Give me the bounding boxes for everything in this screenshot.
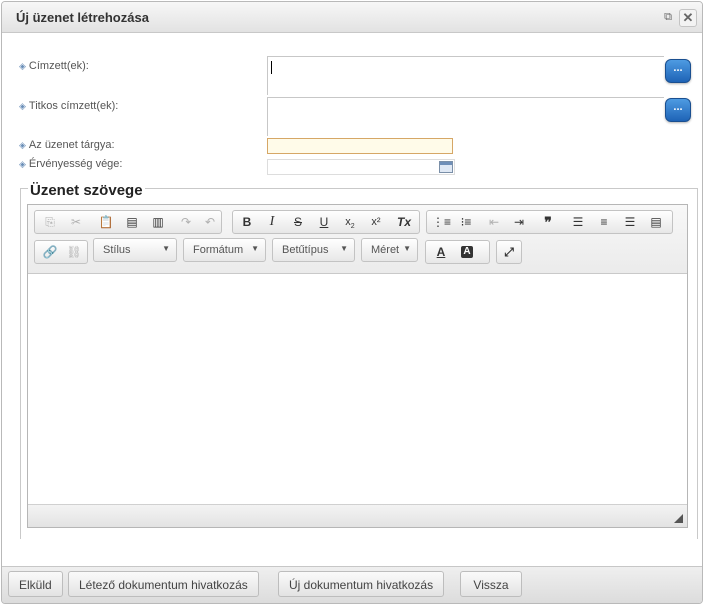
new-message-dialog: Új üzenet létrehozása ⧉ ✕ ◈ Címzett(ek): … [1,1,703,604]
background-color-button[interactable]: A [461,246,473,258]
expiry-label: ◈ Érvényesség vége: [19,158,122,170]
paste-word-icon[interactable]: ▥ [149,214,167,230]
dialog-titlebar: Új üzenet létrehozása ⧉ ✕ [2,2,702,33]
text-caret [271,61,272,74]
italic-button[interactable]: I [263,214,281,230]
subject-label: ◈ Az üzenet tárgya: [19,139,115,151]
dialog-title: Új üzenet létrehozása [16,10,149,25]
basic-styles-group: B I S U x2 x² Tx [232,210,420,234]
subject-input[interactable] [267,138,453,154]
resize-grip-icon[interactable] [674,514,683,523]
bold-button[interactable]: B [238,214,256,230]
format-combo[interactable]: Formátum ▼ [183,238,266,262]
bulleted-list-icon[interactable]: ⁝≡ [457,214,475,230]
align-left-icon[interactable]: ☰ [569,214,587,230]
text-color-button[interactable]: A [432,244,450,260]
bullet-icon: ◈ [19,101,26,111]
recipients-picker-button[interactable]: ... [665,59,691,83]
paragraph-group: ⋮≡ ⁝≡ ⇤ ⇥ ❞ ☰ ≡ ☰ ▤ [426,210,673,234]
bcc-label-text: Titkos címzett(ek): [28,100,119,112]
align-right-icon[interactable]: ☰ [621,214,639,230]
recipients-input[interactable] [267,56,664,95]
outdent-icon[interactable]: ⇤ [485,214,503,230]
superscript-button[interactable]: x² [367,214,385,230]
clipboard-group: ⎘ ✂ 📋 ▤ ▥ ↷ ↶ [34,210,222,234]
unlink-icon[interactable]: ⛓ [65,244,83,260]
existing-document-link-button[interactable]: Létező dokumentum hivatkozás [68,571,259,597]
recipients-label-text: Címzett(ek): [28,60,89,72]
bullet-icon: ◈ [19,159,26,169]
strikethrough-button[interactable]: S [289,214,307,230]
font-combo-label: Betűtípus [282,244,329,256]
size-combo-label: Méret [371,244,400,256]
bullet-icon: ◈ [19,61,26,71]
undo-icon[interactable]: ↶ [201,214,219,230]
style-combo[interactable]: Stílus ▼ [93,238,177,262]
font-combo[interactable]: Betűtípus ▼ [272,238,355,262]
cut-icon[interactable]: ✂ [67,214,85,230]
tools-group: ⤢ [496,240,522,264]
bcc-picker-button[interactable]: ... [665,98,691,122]
paste-icon[interactable]: 📋 [97,214,115,230]
link-icon[interactable]: 🔗 [41,244,59,260]
underline-button[interactable]: U [315,214,333,230]
paste-text-icon[interactable]: ▤ [123,214,141,230]
blockquote-button[interactable]: ❞ [539,214,557,230]
bcc-input[interactable] [267,97,664,136]
chevron-down-icon: ▼ [251,244,259,253]
size-combo[interactable]: Méret ▼ [361,238,418,262]
chevron-down-icon: ▼ [162,244,170,253]
close-icon[interactable]: ✕ [679,9,697,27]
remove-format-button[interactable]: Tx [395,214,413,230]
expiry-label-text: Érvényesség vége: [28,158,123,170]
redo-icon[interactable]: ↷ [177,214,195,230]
message-legend: Üzenet szövege [28,182,145,199]
popout-icon[interactable]: ⧉ [660,9,676,25]
new-document-link-button[interactable]: Új dokumentum hivatkozás [278,571,445,597]
indent-icon[interactable]: ⇥ [510,214,528,230]
align-center-icon[interactable]: ≡ [595,214,613,230]
chevron-down-icon: ▼ [403,244,411,253]
recipients-label: ◈ Címzett(ek): [19,60,89,72]
editor-statusbar [28,504,687,527]
expiry-date-input[interactable] [267,159,455,175]
format-combo-label: Formátum [193,244,244,256]
numbered-list-icon[interactable]: ⋮≡ [432,214,451,230]
justify-icon[interactable]: ▤ [647,214,665,230]
copy-icon[interactable]: ⎘ [41,214,59,230]
bcc-label: ◈ Titkos címzett(ek): [19,100,118,112]
chevron-down-icon: ▼ [340,244,348,253]
dialog-footer: Elküld Létező dokumentum hivatkozás Új d… [2,566,702,603]
subject-label-text: Az üzenet tárgya: [28,139,115,151]
subscript-button[interactable]: x2 [341,214,359,230]
links-group: 🔗 ⛓ [34,240,88,264]
color-group: A A [425,240,490,264]
bullet-icon: ◈ [19,140,26,150]
back-button[interactable]: Vissza [460,571,522,597]
style-combo-label: Stílus [103,244,131,256]
calendar-icon[interactable] [439,161,453,173]
maximize-icon[interactable]: ⤢ [500,244,518,260]
send-button[interactable]: Elküld [8,571,63,597]
